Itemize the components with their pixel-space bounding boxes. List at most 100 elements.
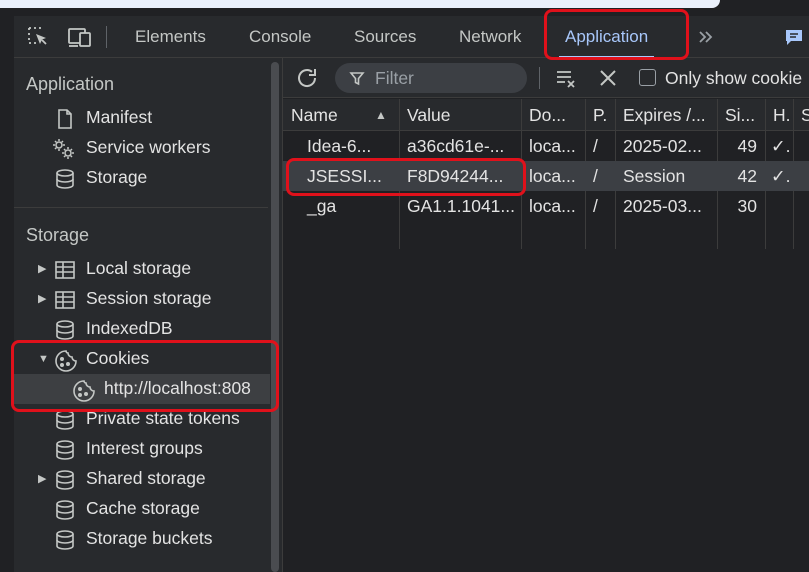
sidebar-item-shared-storage[interactable]: ▶ Shared storage xyxy=(14,464,270,494)
cell-httponly: ✓. xyxy=(771,166,791,186)
refresh-icon[interactable] xyxy=(295,66,319,90)
cell-httponly: ✓. xyxy=(771,136,791,156)
cell-expires: 2025-02... xyxy=(623,136,702,156)
tab-application[interactable]: Application xyxy=(559,16,655,58)
only-show-issues-checkbox[interactable] xyxy=(639,69,656,86)
sidebar-item-label: Storage buckets xyxy=(86,528,213,548)
sidebar-item-cookies-localhost[interactable]: http://localhost:808 xyxy=(14,374,270,404)
database-icon xyxy=(54,469,76,491)
sidebar-item-interest-groups[interactable]: Interest groups xyxy=(14,434,270,464)
column-header-path[interactable]: P. xyxy=(585,99,615,131)
cell-name: Idea-6... xyxy=(307,136,372,156)
cell-value: GA1.1.1041... xyxy=(407,196,515,216)
delete-selected-icon[interactable] xyxy=(598,67,618,89)
column-header-size[interactable]: Si... xyxy=(717,99,765,131)
filter-placeholder: Filter xyxy=(375,68,414,88)
cell-path: / xyxy=(593,196,598,216)
devtools-tab-bar: Elements Console Sources Network Applica… xyxy=(14,16,809,58)
table-icon xyxy=(54,289,76,311)
sidebar-item-manifest[interactable]: Manifest xyxy=(14,103,270,133)
sidebar-item-session-storage[interactable]: ▶ Session storage xyxy=(14,284,270,314)
sidebar-item-label: Private state tokens xyxy=(86,408,240,428)
tab-console[interactable]: Console xyxy=(249,16,311,58)
cell-name: JSESSI... xyxy=(307,166,382,186)
column-header-domain[interactable]: Do... xyxy=(521,99,585,131)
cell-expires: Session xyxy=(623,166,686,186)
cell-size: 42 xyxy=(737,166,757,186)
database-icon xyxy=(54,409,76,431)
sidebar-item-label: Local storage xyxy=(86,258,192,278)
table-row-selected[interactable]: JSESSI... F8D94244... loca... / Session … xyxy=(283,161,809,191)
column-header-httponly[interactable]: H. xyxy=(765,99,793,131)
clear-filtered-cookies-icon[interactable] xyxy=(555,67,577,89)
cell-path: / xyxy=(593,166,598,186)
sidebar-item-storage-buckets[interactable]: Storage buckets xyxy=(14,524,270,554)
column-header-value[interactable]: Value xyxy=(399,99,521,131)
application-section-title: Application xyxy=(26,74,115,94)
sidebar-item-storage[interactable]: Storage xyxy=(14,163,270,193)
column-header-expires[interactable]: Expires /... xyxy=(615,99,717,131)
tab-bar-separator xyxy=(106,26,107,48)
cookies-toolbar: Filter Only show cookie xyxy=(283,58,809,98)
sidebar-item-label: Storage xyxy=(86,167,148,187)
table-row[interactable]: _ga GA1.1.1041... loca... / 2025-03... 3… xyxy=(283,191,809,221)
sidebar-item-cookies[interactable]: ▼ Cookies xyxy=(14,344,270,374)
cell-size: 30 xyxy=(737,196,757,216)
device-toolbar-icon[interactable] xyxy=(66,25,92,49)
table-row[interactable]: Idea-6... a36cd61e-... loca... / 2025-02… xyxy=(283,131,809,161)
sidebar-item-service-workers[interactable]: Service workers xyxy=(14,133,270,163)
sort-ascending-icon[interactable]: ▲ xyxy=(375,108,387,122)
sidebar-item-label: Shared storage xyxy=(86,468,206,488)
cookies-table: Name ▲ Value Do... P. Expires /... Si...… xyxy=(283,99,809,572)
filter-input[interactable]: Filter xyxy=(335,63,527,93)
tab-elements[interactable]: Elements xyxy=(135,16,206,58)
database-icon xyxy=(54,168,76,190)
cell-name: _ga xyxy=(307,196,337,216)
chat-icon[interactable] xyxy=(784,28,804,46)
expand-arrow-icon[interactable]: ▶ xyxy=(38,293,48,305)
more-tabs-chevron-icon[interactable] xyxy=(696,26,716,48)
gears-icon xyxy=(52,138,74,160)
cell-expires: 2025-03... xyxy=(623,196,702,216)
sidebar-item-label: Manifest xyxy=(86,107,153,127)
cell-size: 49 xyxy=(737,136,757,156)
sidebar-item-label: http://localhost:808 xyxy=(104,378,251,398)
sidebar-item-cache-storage[interactable]: Cache storage xyxy=(14,494,270,524)
page-content-edge xyxy=(0,0,720,8)
sidebar-divider xyxy=(14,207,268,208)
tab-sources[interactable]: Sources xyxy=(354,16,416,58)
collapse-arrow-icon[interactable]: ▼ xyxy=(38,353,49,365)
sidebar-item-label: Service workers xyxy=(86,137,211,157)
cell-httponly xyxy=(765,191,793,221)
document-icon xyxy=(54,108,76,130)
toolbar-separator xyxy=(539,67,540,89)
database-icon xyxy=(54,319,76,341)
storage-section-title: Storage xyxy=(26,225,90,245)
database-icon xyxy=(54,529,76,551)
cell-value: a36cd61e-... xyxy=(407,136,505,156)
expand-arrow-icon[interactable]: ▶ xyxy=(38,473,48,485)
database-icon xyxy=(54,499,76,521)
cookie-icon xyxy=(54,349,77,372)
cookies-panel: Filter Only show cookie Name ▲ Value Do.… xyxy=(283,58,809,572)
tab-network[interactable]: Network xyxy=(459,16,521,58)
cookies-table-header: Name ▲ Value Do... P. Expires /... Si...… xyxy=(283,99,809,131)
only-show-issues-label: Only show cookie xyxy=(665,68,803,88)
sidebar-item-label: Interest groups xyxy=(86,438,203,458)
column-header-secure[interactable]: S xyxy=(793,99,809,131)
database-icon xyxy=(54,439,76,461)
sidebar-item-label: Cache storage xyxy=(86,498,200,518)
sidebar-scrollbar[interactable] xyxy=(271,62,279,572)
cell-value: F8D94244... xyxy=(407,166,504,186)
cell-domain: loca... xyxy=(529,136,576,156)
sidebar-item-label: Session storage xyxy=(86,288,212,308)
cell-domain: loca... xyxy=(529,196,576,216)
browser-top-strip xyxy=(0,0,809,16)
inspect-element-icon[interactable] xyxy=(26,25,52,49)
sidebar-item-local-storage[interactable]: ▶ Local storage xyxy=(14,254,270,284)
sidebar-item-indexeddb[interactable]: IndexedDB xyxy=(14,314,270,344)
sidebar-item-private-state-tokens[interactable]: Private state tokens xyxy=(14,404,270,434)
filter-funnel-icon xyxy=(349,70,365,86)
table-icon xyxy=(54,259,76,281)
expand-arrow-icon[interactable]: ▶ xyxy=(38,263,48,275)
